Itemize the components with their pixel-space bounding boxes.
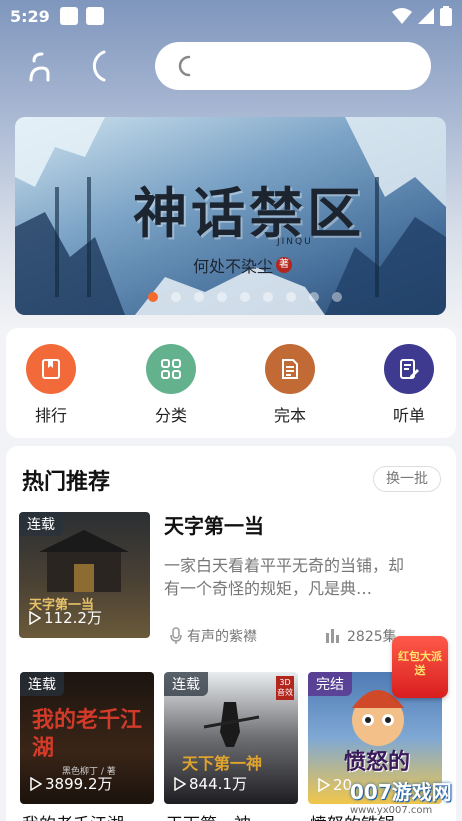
status-badge: 连载 xyxy=(164,672,208,696)
quick-finished-circle xyxy=(265,344,315,394)
book-cover-2[interactable]: 3D音效 天下第一神 连载 844.1万 xyxy=(164,672,298,804)
play-icon xyxy=(318,778,330,792)
play-count: 20 xyxy=(318,776,352,794)
search-loading-icon xyxy=(178,55,191,77)
bookmark-icon xyxy=(42,359,60,379)
section-title: 热门推荐 xyxy=(22,470,111,495)
featured-book-desc: 一家白天看着平平无奇的当铺，却有一个奇怪的规矩，凡是典… xyxy=(164,556,405,598)
wifi-icon xyxy=(392,8,412,24)
loading-icon xyxy=(92,50,106,82)
play-count: 3899.2万 xyxy=(30,773,113,794)
play-count-value: 112.2万 xyxy=(44,609,102,627)
notification-icon-2 xyxy=(85,7,104,25)
quick-category-circle xyxy=(146,344,196,394)
banner-author-name: 何处不染尘 xyxy=(193,257,274,276)
featured-book-title[interactable]: 天字第一当 xyxy=(164,510,264,539)
quick-entry-card: 排行 分类 完本 听单 xyxy=(6,328,456,438)
promo-text: 红包大派送 xyxy=(398,650,442,677)
book-3-cover-title: 愤怒的 xyxy=(344,749,411,775)
play-count-value: 844.1万 xyxy=(189,775,247,793)
carousel-dot[interactable] xyxy=(240,292,250,302)
quick-finished-label: 完本 xyxy=(273,406,306,425)
book-cover-1[interactable]: 我的老千江湖 黑色柳丁 / 著 连载 3899.2万 xyxy=(20,672,154,804)
quick-ranking[interactable]: 排行 xyxy=(16,344,86,426)
status-time: 5:29 xyxy=(10,6,50,26)
quick-ranking-circle xyxy=(26,344,76,394)
carousel-dot[interactable] xyxy=(263,292,273,302)
banner-title: 神话禁区 xyxy=(133,181,365,245)
document-icon xyxy=(282,359,298,379)
watermark: 007游戏网 www.yx007.com xyxy=(350,776,458,816)
episode-count-value: 2825集 xyxy=(347,629,397,645)
book-1-cover-title: 我的老千江湖 xyxy=(32,707,143,761)
carousel-dot[interactable] xyxy=(194,292,204,302)
hot-recommend-card: 热门推荐 换一批 天字第一当 连载 112.2万 天字第一当 一家白天看着平平无… xyxy=(6,446,456,821)
book-title-1[interactable]: 我的老千江湖 xyxy=(22,810,124,821)
carousel-dot[interactable] xyxy=(171,292,181,302)
carousel-dot[interactable] xyxy=(286,292,296,302)
status-badge: 连载 xyxy=(20,672,64,696)
carousel-dot[interactable] xyxy=(309,292,319,302)
play-icon xyxy=(174,776,186,791)
play-count: 112.2万 xyxy=(29,607,102,628)
user-icon[interactable] xyxy=(22,46,62,86)
status-bar: 5:29 xyxy=(0,0,462,32)
quick-playlist-circle xyxy=(384,344,434,394)
quick-finished[interactable]: 完本 xyxy=(255,344,325,426)
carousel-dots xyxy=(148,292,342,302)
quick-category[interactable]: 分类 xyxy=(136,344,206,426)
red-packet-promo[interactable]: 红包大派送 xyxy=(392,636,448,698)
microphone-icon xyxy=(170,627,182,644)
play-count-value: 3899.2万 xyxy=(45,775,113,793)
book-title-2[interactable]: 天下第一神 xyxy=(166,810,251,821)
bars-icon xyxy=(326,629,339,643)
carousel-dot[interactable] xyxy=(217,292,227,302)
carousel-dot[interactable] xyxy=(332,292,342,302)
book-2-cover-title: 天下第一神 xyxy=(182,754,263,773)
edit-list-icon xyxy=(400,359,419,379)
search-input[interactable] xyxy=(155,42,431,90)
signal-icon xyxy=(418,8,434,24)
quick-playlist-label: 听单 xyxy=(392,406,425,425)
play-icon xyxy=(30,776,42,791)
watermark-text: 007游戏网 xyxy=(350,780,452,804)
banner-author: 何处不染尘 著 xyxy=(193,253,293,277)
quick-category-label: 分类 xyxy=(154,406,187,425)
narrator: 有声的紫襟 xyxy=(170,626,257,646)
banner-subtitle: JINQU xyxy=(277,237,313,247)
top-toolbar xyxy=(0,40,462,94)
grid-icon xyxy=(161,359,181,379)
featured-book-cover[interactable]: 天字第一当 连载 112.2万 xyxy=(19,512,150,638)
quick-ranking-label: 排行 xyxy=(34,406,67,425)
narrator-name: 有声的紫襟 xyxy=(187,629,257,645)
banner-carousel[interactable]: 神话禁区 JINQU 何处不染尘 著 xyxy=(15,117,446,315)
author-seal: 著 xyxy=(276,257,293,273)
carousel-dot[interactable] xyxy=(148,292,158,302)
status-badge: 连载 xyxy=(19,512,63,536)
battery-icon xyxy=(440,6,452,26)
play-icon xyxy=(29,610,41,625)
status-badge: 完结 xyxy=(308,672,352,696)
episode-count: 2825集 xyxy=(326,626,397,646)
play-count: 844.1万 xyxy=(174,773,247,794)
watermark-url: www.yx007.com xyxy=(350,805,433,816)
quick-playlist[interactable]: 听单 xyxy=(374,344,444,426)
notification-icon xyxy=(59,7,78,25)
refresh-batch-button[interactable]: 换一批 xyxy=(373,466,441,492)
